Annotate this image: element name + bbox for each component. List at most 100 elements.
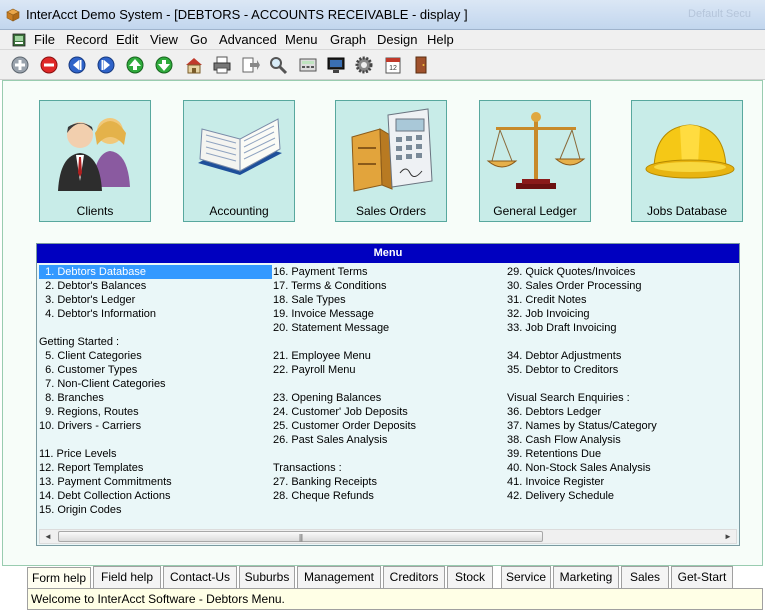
add-icon[interactable] (10, 55, 30, 75)
tab-stock[interactable]: Stock (447, 566, 493, 588)
menu-help[interactable]: Help (427, 32, 454, 47)
menu-item[interactable]: 16. Payment Terms (273, 265, 507, 279)
menu-spacer (273, 447, 507, 461)
menu-item[interactable]: 28. Cheque Refunds (273, 489, 507, 503)
menu-item[interactable]: 30. Sales Order Processing (507, 279, 739, 293)
menu-item[interactable]: 4. Debtor's Information (39, 307, 275, 321)
menu-item[interactable]: 3. Debtor's Ledger (39, 293, 275, 307)
menu-item[interactable]: 11. Price Levels (39, 447, 275, 461)
scroll-thumb[interactable]: ||| (58, 531, 543, 542)
menu-item[interactable]: 12. Report Templates (39, 461, 275, 475)
menu-item[interactable]: 14. Debt Collection Actions (39, 489, 275, 503)
title-bar: InterAcct Demo System - [DEBTORS - ACCOU… (0, 0, 765, 30)
export-icon[interactable] (240, 55, 260, 75)
scales-icon (486, 112, 586, 189)
delete-icon[interactable] (39, 55, 59, 75)
menu-item[interactable]: 21. Employee Menu (273, 349, 507, 363)
menu-record[interactable]: Record (66, 32, 108, 47)
tab-sales[interactable]: Sales (621, 566, 669, 588)
print-icon[interactable] (212, 55, 232, 75)
tab-management[interactable]: Management (297, 566, 381, 588)
menu-edit[interactable]: Edit (116, 32, 138, 47)
menu-item[interactable]: 24. Customer' Job Deposits (273, 405, 507, 419)
menu-item[interactable]: 6. Customer Types (39, 363, 275, 377)
menu-item[interactable]: 38. Cash Flow Analysis (507, 433, 739, 447)
calendar-icon[interactable]: 12 (383, 55, 403, 75)
menu-item[interactable]: 27. Banking Receipts (273, 475, 507, 489)
tab-field-help[interactable]: Field help (93, 566, 161, 588)
menu-item[interactable]: 7. Non-Client Categories (39, 377, 275, 391)
exit-door-icon[interactable] (411, 55, 431, 75)
menu-design[interactable]: Design (377, 32, 417, 47)
menu-item[interactable]: 42. Delivery Schedule (507, 489, 739, 503)
menu-item[interactable]: 23. Opening Balances (273, 391, 507, 405)
tile-general-ledger[interactable]: General Ledger (479, 100, 591, 222)
menu-item[interactable]: 31. Credit Notes (507, 293, 739, 307)
svg-text:12: 12 (389, 65, 397, 72)
tab-suburbs[interactable]: Suburbs (239, 566, 295, 588)
tile-sales-orders[interactable]: Sales Orders (335, 100, 447, 222)
menu-item[interactable]: 35. Debtor to Creditors (507, 363, 739, 377)
tile-accounting[interactable]: Accounting (183, 100, 295, 222)
menu-item[interactable]: 9. Regions, Routes (39, 405, 275, 419)
menu-item[interactable]: 41. Invoice Register (507, 475, 739, 489)
menu-item[interactable]: 20. Statement Message (273, 321, 507, 335)
menu-item[interactable]: 32. Job Invoicing (507, 307, 739, 321)
tile-label: Accounting (209, 204, 269, 218)
menu-item[interactable]: 36. Debtors Ledger (507, 405, 739, 419)
tab-marketing[interactable]: Marketing (553, 566, 619, 588)
menu-item[interactable]: 10. Drivers - Carriers (39, 419, 275, 433)
settings-icon[interactable] (354, 55, 374, 75)
menu-item[interactable]: 22. Payroll Menu (273, 363, 507, 377)
menu-item[interactable]: 15. Origin Codes (39, 503, 275, 517)
menu-item[interactable]: 13. Payment Commitments (39, 475, 275, 489)
scroll-left-icon[interactable]: ◄ (40, 530, 56, 543)
menu-item[interactable]: 18. Sale Types (273, 293, 507, 307)
search-icon[interactable] (268, 55, 288, 75)
tab-form-help[interactable]: Form help (27, 567, 91, 589)
menu-advanced[interactable]: Advanced (219, 32, 277, 47)
tab-get-start[interactable]: Get-Start (671, 566, 733, 588)
menu-item[interactable]: 33. Job Draft Invoicing (507, 321, 739, 335)
menu-item[interactable]: 25. Customer Order Deposits (273, 419, 507, 433)
down-icon[interactable] (154, 55, 174, 75)
calculator-icon[interactable] (298, 55, 318, 75)
menu-item[interactable]: 19. Invoice Message (273, 307, 507, 321)
menu-item[interactable]: 8. Branches (39, 391, 275, 405)
menu-spacer (507, 335, 739, 349)
up-icon[interactable] (125, 55, 145, 75)
tab-creditors[interactable]: Creditors (383, 566, 445, 588)
monitor-icon[interactable] (326, 55, 346, 75)
menu-item[interactable]: 40. Non-Stock Sales Analysis (507, 461, 739, 475)
menu-bar: File Record Edit View Go Advanced Menu G… (0, 30, 765, 50)
menu-item[interactable]: 2. Debtor's Balances (39, 279, 275, 293)
toolbar: 12 (0, 50, 765, 80)
menu-item[interactable]: 17. Terms & Conditions (273, 279, 507, 293)
tab-contact-us[interactable]: Contact-Us (163, 566, 237, 588)
menu-menu[interactable]: Menu (285, 32, 318, 47)
menu-graph[interactable]: Graph (330, 32, 366, 47)
menu-item[interactable]: 5. Client Categories (39, 349, 275, 363)
tile-clients[interactable]: Clients (39, 100, 151, 222)
tab-service[interactable]: Service (501, 566, 551, 588)
menu-item[interactable]: 34. Debtor Adjustments (507, 349, 739, 363)
scroll-right-icon[interactable]: ► (720, 530, 736, 543)
menu-go[interactable]: Go (190, 32, 207, 47)
tile-jobs-database[interactable]: Jobs Database (631, 100, 743, 222)
menu-header: Menu (37, 244, 739, 263)
open-book-icon (198, 118, 282, 175)
horizontal-scrollbar[interactable]: ◄ ||| ► (39, 529, 737, 544)
menu-spacer (273, 377, 507, 391)
menu-item[interactable]: 26. Past Sales Analysis (273, 433, 507, 447)
menu-item[interactable]: 37. Names by Status/Category (507, 419, 739, 433)
menu-file[interactable]: File (34, 32, 55, 47)
home-icon[interactable] (184, 55, 204, 75)
menu-column-3: 29. Quick Quotes/Invoices 30. Sales Order… (507, 265, 739, 503)
menu-view[interactable]: View (150, 32, 178, 47)
document-window-icon[interactable] (12, 33, 26, 47)
menu-item[interactable]: 29. Quick Quotes/Invoices (507, 265, 739, 279)
menu-item[interactable]: 39. Retentions Due (507, 447, 739, 461)
menu-item[interactable]: 1. Debtors Database (39, 265, 272, 279)
previous-icon[interactable] (67, 55, 87, 75)
next-icon[interactable] (96, 55, 116, 75)
